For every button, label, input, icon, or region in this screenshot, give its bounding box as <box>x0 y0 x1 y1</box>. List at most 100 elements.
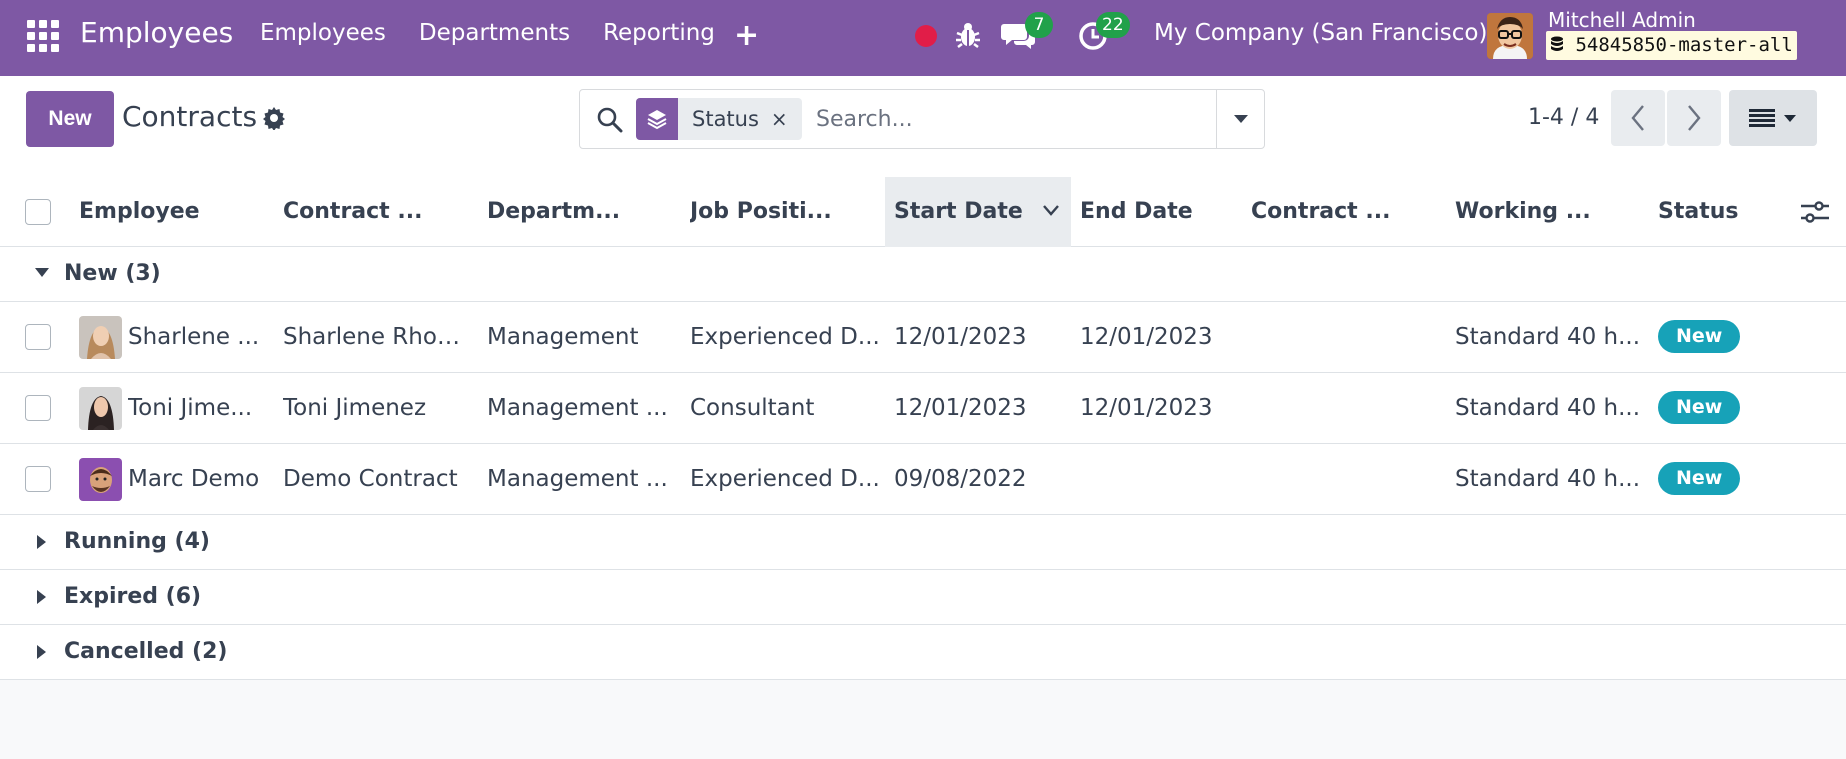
cell-contract: Toni Jimenez <box>283 395 427 421</box>
company-switcher[interactable]: My Company (San Francisco) <box>1154 20 1487 46</box>
caret-right-icon <box>37 590 46 604</box>
row-checkbox[interactable] <box>25 466 51 492</box>
column-contract[interactable]: Contract ... <box>283 177 473 247</box>
messages-count-badge: 7 <box>1025 12 1053 38</box>
user-name[interactable]: Mitchell Admin <box>1548 8 1696 32</box>
menu-employees[interactable]: Employees <box>260 20 386 46</box>
column-employee[interactable]: Employee <box>79 177 269 247</box>
search-options-toggle[interactable] <box>1216 90 1265 148</box>
list-view-icon <box>1749 109 1775 127</box>
optional-columns-icon[interactable] <box>1801 199 1829 229</box>
group-label: Running (4) <box>64 529 210 554</box>
user-avatar[interactable] <box>1487 13 1533 59</box>
group-expired[interactable]: Expired (6) <box>0 570 1846 625</box>
main-menu: Employees Departments Reporting <box>260 20 748 46</box>
menu-reporting[interactable]: Reporting <box>603 20 715 46</box>
cell-end-date: 12/01/2023 <box>1080 395 1213 421</box>
group-new[interactable]: New (3) <box>0 247 1846 302</box>
cell-contract-type <box>1251 302 1421 373</box>
group-label: New (3) <box>64 261 161 286</box>
pager-next-button[interactable] <box>1667 90 1721 146</box>
caret-right-icon <box>37 645 46 659</box>
page-title: Contracts <box>122 100 258 133</box>
table-row[interactable]: Sharlene ... Sharlene Rhod... Management… <box>0 302 1846 373</box>
status-badge: New <box>1658 320 1741 353</box>
new-button[interactable]: New <box>26 91 114 147</box>
facet-label: Status <box>692 107 759 131</box>
search-icon[interactable] <box>596 106 624 138</box>
cell-start-date: 12/01/2023 <box>894 395 1027 421</box>
column-job-position[interactable]: Job Positi... <box>690 177 880 247</box>
facet-close-icon[interactable]: × <box>771 98 802 140</box>
cell-end-date <box>1080 444 1250 515</box>
caret-down-icon <box>1784 114 1796 122</box>
sort-descending-icon <box>1043 205 1060 216</box>
cell-department: Management ... <box>487 466 668 492</box>
caret-right-icon <box>37 535 46 549</box>
layers-icon <box>636 98 678 140</box>
database-badge: 54845850-master-all <box>1546 31 1797 60</box>
cell-contract-type <box>1251 373 1421 444</box>
employee-avatar <box>79 458 122 501</box>
app-brand[interactable]: Employees <box>80 16 233 49</box>
cell-end-date: 12/01/2023 <box>1080 324 1213 350</box>
cell-start-date: 09/08/2022 <box>894 466 1027 492</box>
column-working-schedule[interactable]: Working ... <box>1455 177 1625 247</box>
chevron-left-icon <box>1631 105 1644 131</box>
cell-employee: Toni Jime... <box>128 395 253 421</box>
cell-working-schedule: Standard 40 h... <box>1455 466 1641 492</box>
caret-down-icon <box>1234 115 1248 123</box>
search-bar: Status × <box>579 89 1265 149</box>
table-header: Employee Contract ... Departm... Job Pos… <box>0 177 1846 247</box>
group-cancelled[interactable]: Cancelled (2) <box>0 625 1846 680</box>
status-badge: New <box>1658 462 1741 495</box>
select-all-checkbox[interactable] <box>25 199 51 225</box>
database-name: 54845850-master-all <box>1575 34 1793 56</box>
status-badge: New <box>1658 391 1741 424</box>
cell-job-position: Experienced D... <box>690 324 880 350</box>
column-status[interactable]: Status <box>1658 177 1778 247</box>
view-switcher-button[interactable] <box>1729 90 1817 146</box>
record-icon[interactable] <box>915 25 937 47</box>
row-checkbox[interactable] <box>25 324 51 350</box>
cell-department: Management ... <box>487 395 668 421</box>
column-start-date[interactable]: Start Date <box>885 177 1071 247</box>
menu-departments[interactable]: Departments <box>419 20 570 46</box>
table-row[interactable]: Toni Jime... Toni Jimenez Management ...… <box>0 373 1846 444</box>
pager-value[interactable]: 1-4 / 4 <box>1528 105 1599 130</box>
employee-avatar <box>79 387 122 430</box>
group-running[interactable]: Running (4) <box>0 515 1846 570</box>
employee-avatar <box>79 316 122 359</box>
control-panel: New Contracts Status × Search... 1-4 / 4 <box>0 76 1846 177</box>
cell-job-position: Experienced D... <box>690 466 880 492</box>
table-row[interactable]: Marc Demo Demo Contract Management ... E… <box>0 444 1846 515</box>
column-contract-type[interactable]: Contract ... <box>1251 177 1421 247</box>
apps-grid-icon[interactable] <box>27 20 59 52</box>
cell-department: Management <box>487 324 639 350</box>
cell-working-schedule: Standard 40 h... <box>1455 395 1641 421</box>
gear-icon[interactable] <box>262 106 286 134</box>
cell-contract: Demo Contract <box>283 466 458 492</box>
activities-count-badge: 22 <box>1096 12 1130 38</box>
pager-previous-button[interactable] <box>1611 90 1665 146</box>
cell-contract: Sharlene Rhod... <box>283 324 473 350</box>
group-label: Cancelled (2) <box>64 639 228 664</box>
cell-job-position: Consultant <box>690 395 815 421</box>
cell-employee: Marc Demo <box>128 466 260 492</box>
cell-employee: Sharlene ... <box>128 324 260 350</box>
search-input[interactable] <box>816 98 1196 140</box>
cell-start-date: 12/01/2023 <box>894 324 1027 350</box>
bug-icon[interactable] <box>955 20 981 54</box>
database-icon <box>1550 34 1575 56</box>
column-department[interactable]: Departm... <box>487 177 677 247</box>
cell-contract-type <box>1251 444 1421 515</box>
row-checkbox[interactable] <box>25 395 51 421</box>
status-filter-facet[interactable]: Status × <box>636 98 802 140</box>
plus-icon[interactable]: + <box>734 18 759 53</box>
top-navbar: Employees Employees Departments Reportin… <box>0 0 1846 76</box>
caret-down-icon <box>35 268 49 277</box>
column-start-date-label: Start Date <box>894 199 1023 224</box>
cell-working-schedule: Standard 40 h... <box>1455 324 1641 350</box>
chevron-right-icon <box>1688 105 1701 131</box>
column-end-date[interactable]: End Date <box>1080 177 1270 247</box>
